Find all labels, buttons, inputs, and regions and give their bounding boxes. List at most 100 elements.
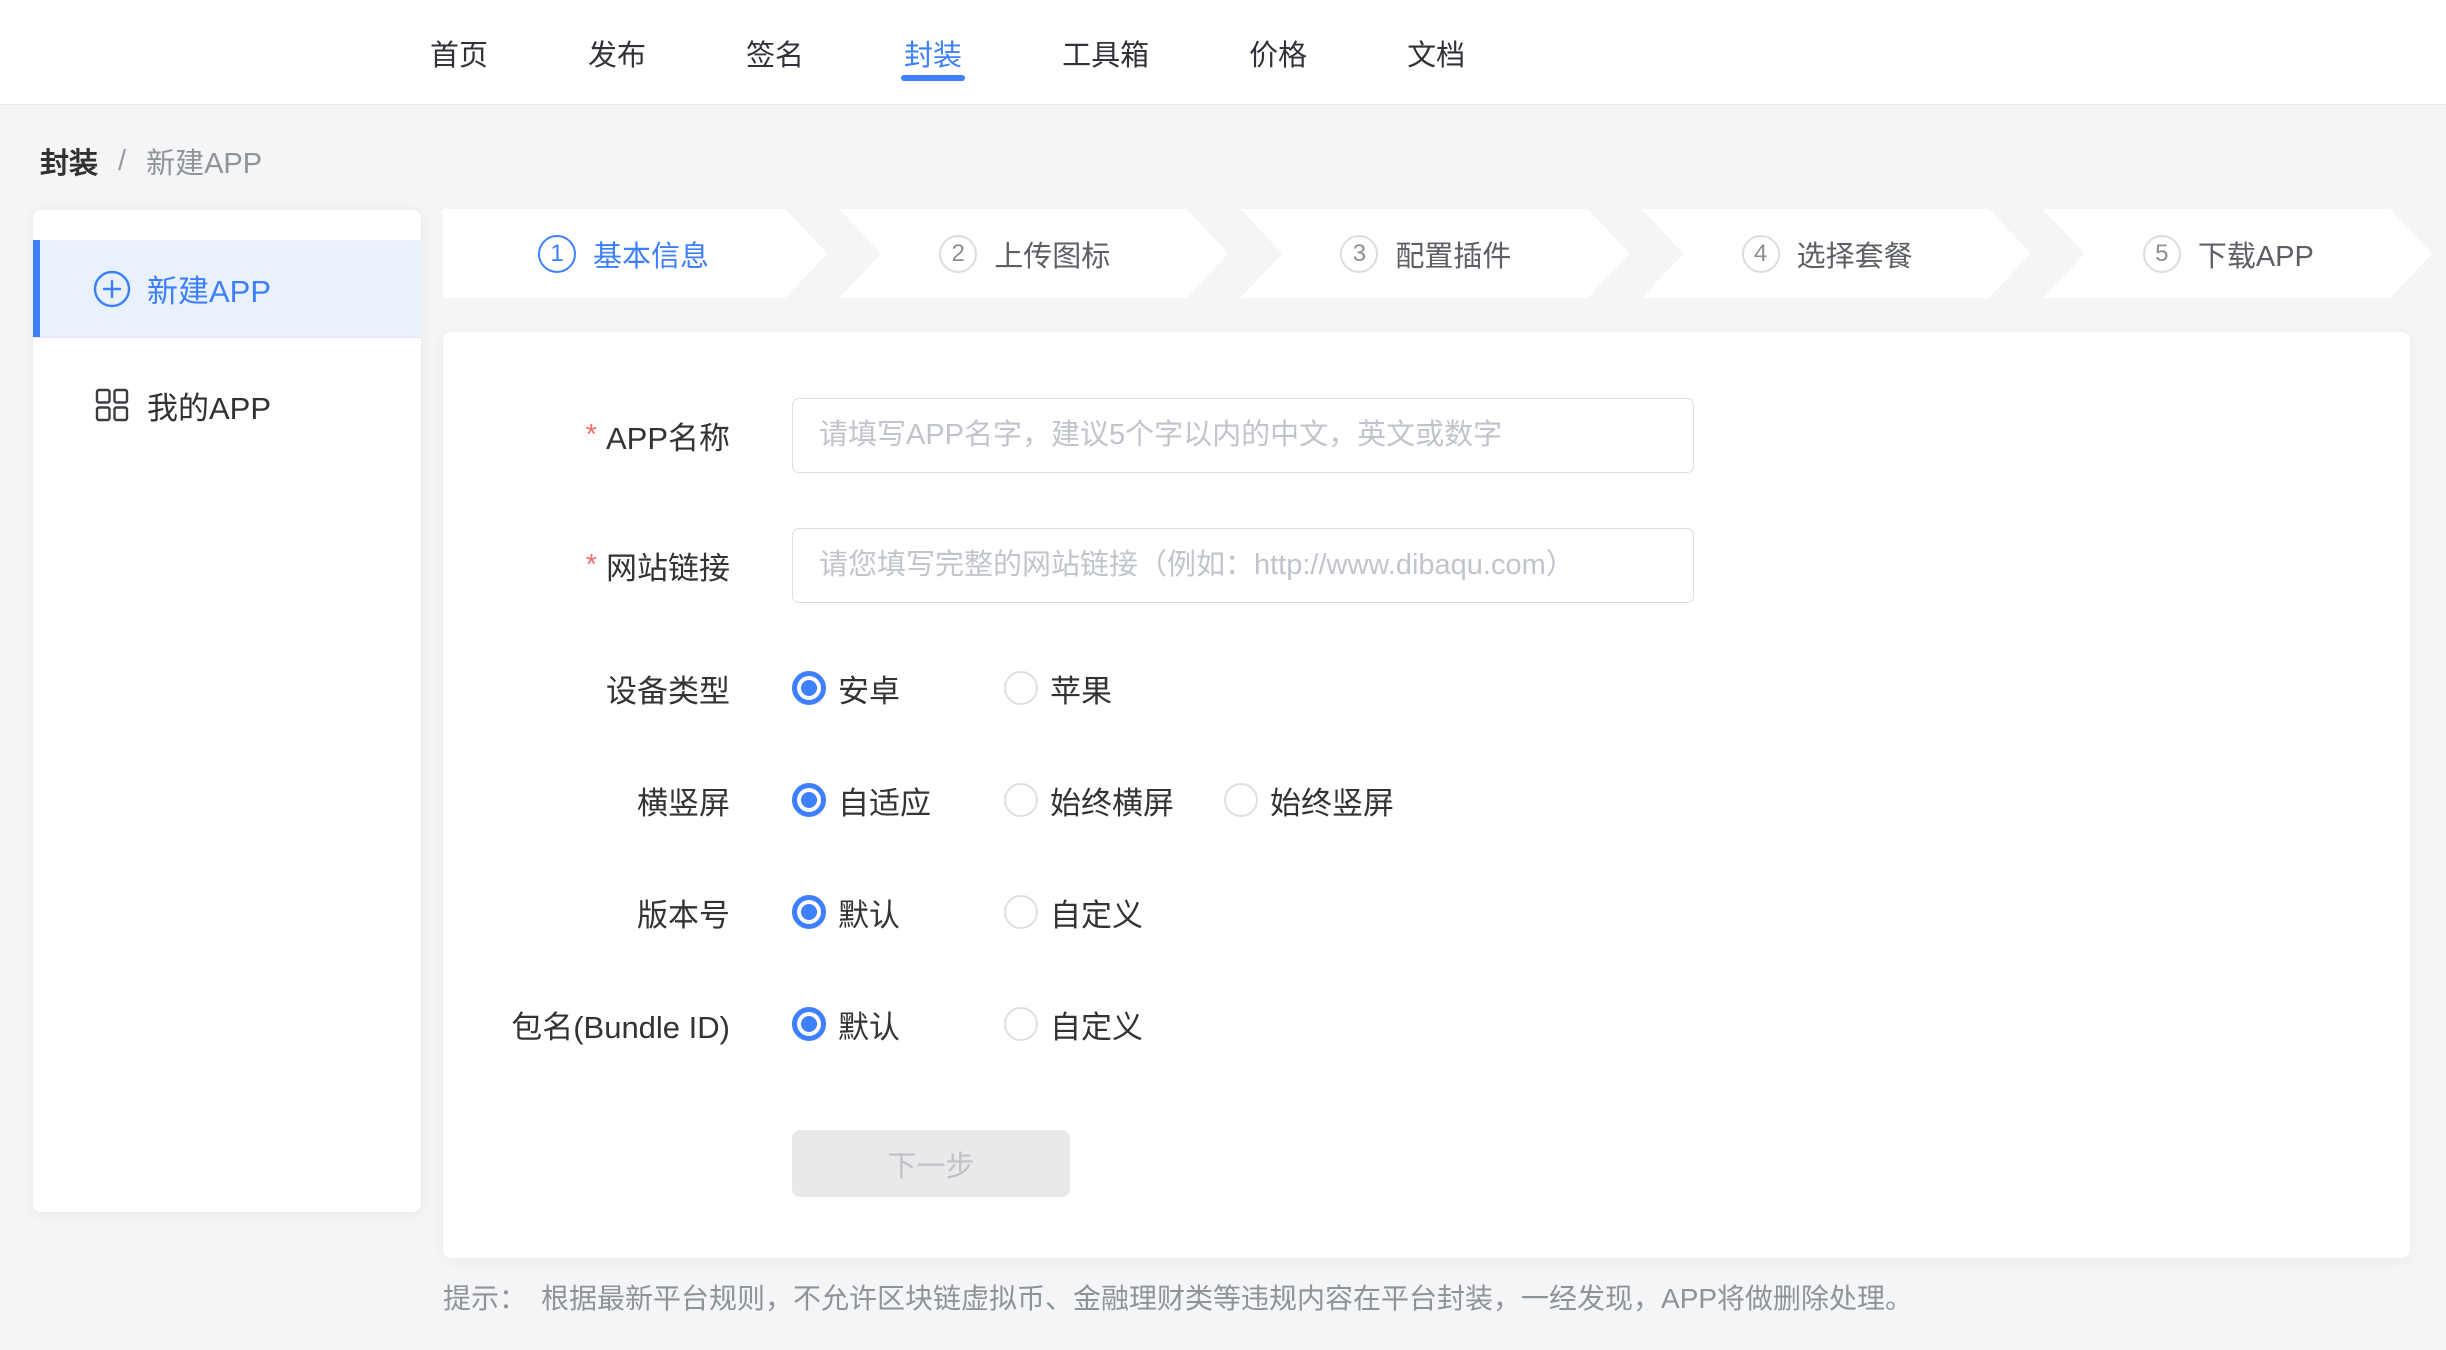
step-basic-info: 1 基本信息 — [443, 209, 827, 298]
step-label: 上传图标 — [994, 233, 1110, 275]
field-label-text: 横竖屏 — [637, 778, 730, 823]
breadcrumb-page: 新建APP — [146, 140, 262, 182]
tip-prefix: 提示： — [443, 1283, 527, 1314]
field-label: 横竖屏 — [443, 778, 730, 823]
radio-adaptive[interactable]: 自适应 — [792, 778, 954, 823]
field-label: 设备类型 — [443, 666, 730, 711]
radio-selected-icon — [792, 671, 826, 705]
radio-label: 安卓 — [838, 666, 900, 711]
field-control — [792, 398, 1694, 473]
site-url-input[interactable] — [792, 528, 1694, 603]
form-row-site-url: * 网站链接 — [443, 528, 2410, 603]
form-row-orientation: 横竖屏 自适应 始终横屏 始终竖屏 — [443, 780, 2410, 820]
radio-label: 默认 — [838, 1002, 900, 1047]
field-control — [792, 528, 1694, 603]
radio-unselected-icon — [1004, 783, 1038, 817]
field-control: 自适应 始终横屏 始终竖屏 — [792, 778, 1444, 823]
field-control: 安卓 苹果 — [792, 666, 1216, 711]
step-upload-icon: 2 上传图标 — [839, 209, 1228, 298]
radio-label: 自定义 — [1050, 890, 1143, 935]
nav-item-package[interactable]: 封装 — [904, 0, 962, 105]
required-mark: * — [586, 549, 597, 582]
step-number-badge: 2 — [939, 235, 977, 273]
nav-item-publish[interactable]: 发布 — [588, 0, 646, 105]
tip-text: 根据最新平台规则，不允许区块链虚拟币、金融理财类等违规内容在平台封装，一经发现，… — [541, 1283, 1913, 1314]
radio-label: 自定义 — [1050, 1002, 1143, 1047]
nav-item-pricing[interactable]: 价格 — [1249, 0, 1307, 105]
main-nav: 首页 发布 签名 封装 工具箱 价格 文档 — [430, 0, 1465, 104]
step-label: 选择套餐 — [1797, 233, 1913, 275]
field-label-text: 包名(Bundle ID) — [511, 1002, 730, 1047]
sidebar-item-label: 新建APP — [147, 266, 271, 311]
radio-label: 自适应 — [838, 778, 931, 823]
form-row-version: 版本号 默认 自定义 — [443, 892, 2410, 932]
field-label-text: 网站链接 — [606, 543, 730, 588]
step-number-badge: 1 — [538, 235, 576, 273]
radio-bundle-custom[interactable]: 自定义 — [1004, 1002, 1166, 1047]
next-step-button[interactable]: 下一步 — [792, 1130, 1070, 1197]
radio-always-portrait[interactable]: 始终竖屏 — [1224, 778, 1394, 823]
step-number-badge: 3 — [1340, 235, 1378, 273]
form-row-app-name: * APP名称 — [443, 398, 2410, 473]
step-label: 基本信息 — [593, 233, 709, 275]
breadcrumb-section[interactable]: 封装 — [40, 140, 98, 182]
breadcrumb: 封装 / 新建APP — [40, 143, 262, 179]
field-label-text: 版本号 — [637, 890, 730, 935]
active-underline — [901, 75, 965, 81]
breadcrumb-separator: / — [118, 145, 126, 178]
nav-item-signature[interactable]: 签名 — [746, 0, 804, 105]
nav-item-home[interactable]: 首页 — [430, 0, 488, 105]
platform-rules-tip: 提示： 根据最新平台规则，不允许区块链虚拟币、金融理财类等违规内容在平台封装，一经… — [443, 1277, 1913, 1317]
step-select-plan: 4 选择套餐 — [1642, 209, 2031, 298]
nav-item-label: 首页 — [430, 32, 488, 74]
field-label: * 网站链接 — [443, 543, 730, 588]
nav-item-label: 文档 — [1407, 32, 1465, 74]
field-label-text: 设备类型 — [606, 666, 730, 711]
radio-selected-icon — [792, 1007, 826, 1041]
step-label: 配置插件 — [1395, 233, 1511, 275]
radio-unselected-icon — [1224, 783, 1258, 817]
sidebar-item-new-app[interactable]: 新建APP — [33, 240, 421, 338]
radio-unselected-icon — [1004, 671, 1038, 705]
nav-item-label: 签名 — [746, 32, 804, 74]
step-wizard: 1 基本信息 2 上传图标 3 配置插件 4 选择套餐 5 下载APP — [443, 209, 2432, 298]
grid-icon — [93, 386, 131, 424]
sidebar-item-label: 我的APP — [147, 383, 271, 428]
top-navbar: 首页 发布 签名 封装 工具箱 价格 文档 — [0, 0, 2446, 105]
app-name-input[interactable] — [792, 398, 1694, 473]
radio-version-default[interactable]: 默认 — [792, 890, 954, 935]
nav-item-label: 价格 — [1249, 32, 1307, 74]
field-label: * APP名称 — [443, 413, 730, 458]
radio-android[interactable]: 安卓 — [792, 666, 954, 711]
step-number-badge: 5 — [2143, 235, 2181, 273]
sidebar-item-my-apps[interactable]: 我的APP — [33, 372, 421, 438]
field-label: 版本号 — [443, 890, 730, 935]
nav-item-docs[interactable]: 文档 — [1407, 0, 1465, 105]
field-control: 默认 自定义 — [792, 1002, 1216, 1047]
step-configure-plugins: 3 配置插件 — [1240, 209, 1629, 298]
radio-label: 苹果 — [1050, 666, 1112, 711]
form-card: * APP名称 * 网站链接 设备类型 安卓 苹果 — [443, 332, 2410, 1258]
sidebar: 新建APP 我的APP — [33, 210, 421, 1212]
radio-always-landscape[interactable]: 始终横屏 — [1004, 778, 1174, 823]
radio-unselected-icon — [1004, 895, 1038, 929]
plus-circle-icon — [93, 270, 131, 308]
radio-label: 始终竖屏 — [1270, 778, 1394, 823]
required-mark: * — [586, 419, 597, 452]
radio-label: 始终横屏 — [1050, 778, 1174, 823]
field-control: 默认 自定义 — [792, 890, 1216, 935]
nav-item-toolbox[interactable]: 工具箱 — [1062, 0, 1149, 105]
step-label: 下载APP — [2198, 233, 2314, 275]
form-row-device-type: 设备类型 安卓 苹果 — [443, 668, 2410, 708]
radio-ios[interactable]: 苹果 — [1004, 666, 1166, 711]
radio-label: 默认 — [838, 890, 900, 935]
step-number-badge: 4 — [1742, 235, 1780, 273]
nav-item-label: 工具箱 — [1062, 32, 1149, 74]
nav-item-label: 发布 — [588, 32, 646, 74]
radio-unselected-icon — [1004, 1007, 1038, 1041]
radio-selected-icon — [792, 895, 826, 929]
field-label-text: APP名称 — [606, 413, 730, 458]
radio-bundle-default[interactable]: 默认 — [792, 1002, 954, 1047]
radio-version-custom[interactable]: 自定义 — [1004, 890, 1166, 935]
radio-selected-icon — [792, 783, 826, 817]
